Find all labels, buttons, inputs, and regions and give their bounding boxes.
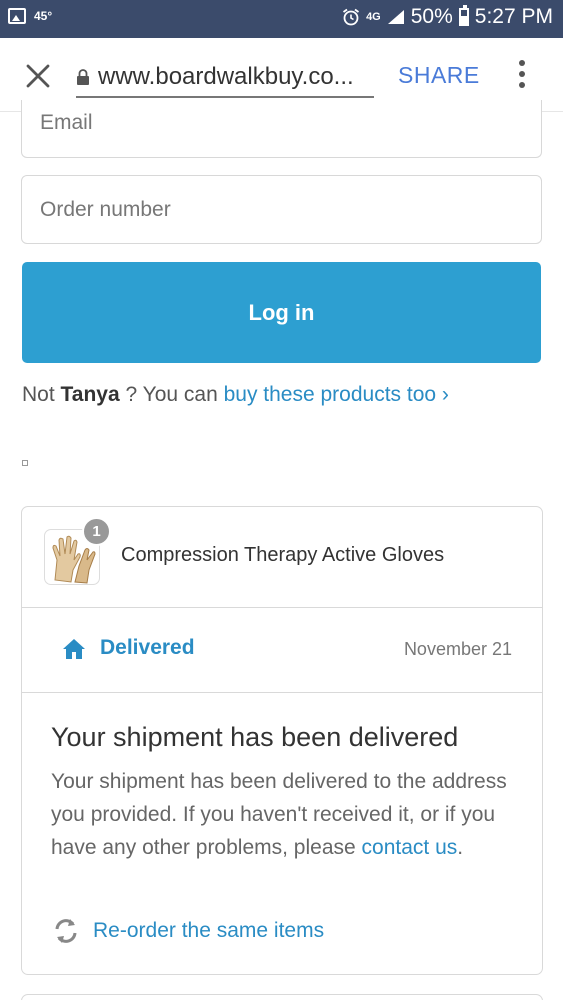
- shipment-period: .: [457, 836, 464, 859]
- next-order-card: [21, 994, 543, 1000]
- not-user-line: Not Tanya ? You can buy these products t…: [22, 383, 449, 407]
- address-bar[interactable]: www.boardwalkbuy.co...: [76, 58, 374, 98]
- delivery-status: Delivered: [100, 636, 195, 659]
- contact-us-link[interactable]: contact us: [362, 836, 458, 859]
- refresh-icon: [55, 919, 77, 943]
- shipment-title: Your shipment has been delivered: [51, 722, 459, 752]
- more-options-icon[interactable]: [516, 60, 528, 92]
- delivery-date: November 21: [403, 639, 512, 659]
- status-left: 45°: [8, 8, 52, 24]
- signal-icon: [387, 10, 404, 24]
- close-icon[interactable]: [24, 62, 52, 90]
- clock: 5:27 PM: [474, 5, 553, 28]
- order-number-placeholder: Order number: [40, 197, 171, 221]
- battery-icon: [458, 5, 469, 26]
- user-name: Tanya: [60, 383, 120, 406]
- network-type: 4G: [366, 11, 381, 23]
- shipment-description: Your shipment has been delivered to the …: [51, 765, 521, 864]
- home-icon: [63, 639, 85, 659]
- quantity-badge: 1: [82, 517, 111, 546]
- battery-percent: 50%: [410, 5, 453, 28]
- share-button[interactable]: SHARE: [398, 62, 480, 89]
- reorder-button[interactable]: Re-order the same items: [51, 916, 324, 946]
- order-number-field[interactable]: Order number: [21, 175, 542, 244]
- question-text: ? You can: [119, 383, 224, 406]
- status-right: 4G 50% 5:27 PM: [342, 5, 553, 29]
- url-text: www.boardwalkbuy.co...: [98, 63, 354, 90]
- email-field[interactable]: Email: [21, 100, 542, 158]
- alarm-icon: [343, 8, 360, 26]
- lock-icon: [77, 69, 89, 85]
- status-bar: 45° 4G 50% 5:27 PM: [0, 0, 563, 38]
- product-row: 1 Compression Therapy Active Gloves: [22, 507, 542, 608]
- product-name: Compression Therapy Active Gloves: [121, 544, 445, 566]
- image-notification-icon: [8, 8, 26, 24]
- broken-image-placeholder: [22, 460, 28, 466]
- not-prefix: Not: [22, 383, 61, 406]
- buy-products-link[interactable]: buy these products too ›: [224, 383, 449, 406]
- order-card: 1 Compression Therapy Active Gloves Deli…: [21, 506, 543, 975]
- temperature: 45°: [34, 9, 53, 23]
- reorder-label: Re-order the same items: [93, 919, 325, 942]
- delivery-status-row: Delivered November 21: [22, 608, 542, 693]
- login-button[interactable]: Log in: [22, 262, 541, 363]
- email-placeholder: Email: [40, 111, 93, 134]
